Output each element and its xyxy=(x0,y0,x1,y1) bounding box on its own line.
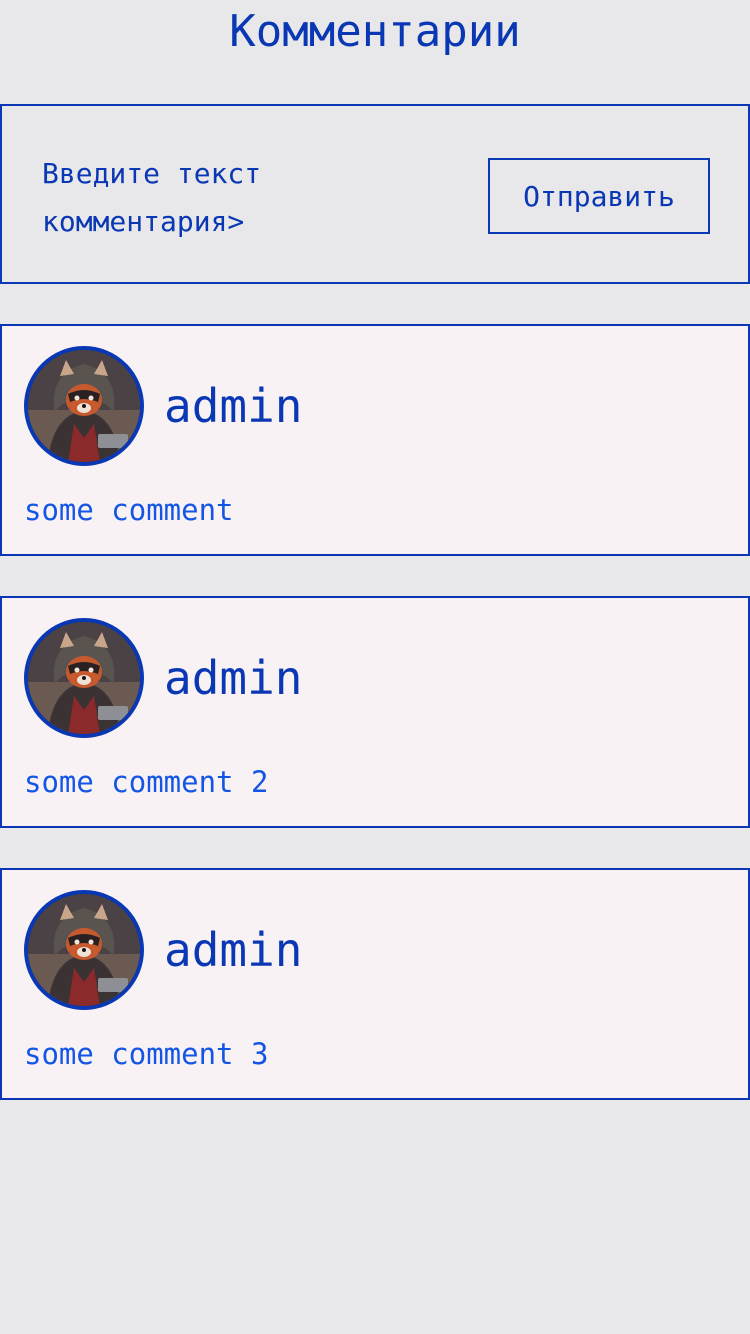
comment-card: admin some comment xyxy=(0,324,750,556)
raccoon-avatar-image xyxy=(28,350,140,462)
comment-card: admin some comment 2 xyxy=(0,596,750,828)
avatar xyxy=(24,618,144,738)
raccoon-avatar-image xyxy=(28,622,140,734)
comment-text: some comment 2 xyxy=(24,765,269,799)
author-name: admin xyxy=(164,379,303,433)
comment-text: some comment 3 xyxy=(24,1037,269,1071)
author-name: admin xyxy=(164,923,303,977)
author-name: admin xyxy=(164,651,303,705)
page-title: Комментарии xyxy=(229,6,521,57)
raccoon-avatar-image xyxy=(28,894,140,1006)
avatar xyxy=(24,890,144,1010)
comment-text: some comment xyxy=(24,493,234,527)
comment-composer: Отправить xyxy=(0,104,750,284)
comment-input[interactable] xyxy=(42,150,402,250)
comment-card: admin some comment 3 xyxy=(0,868,750,1100)
avatar xyxy=(24,346,144,466)
send-button[interactable]: Отправить xyxy=(488,158,710,234)
